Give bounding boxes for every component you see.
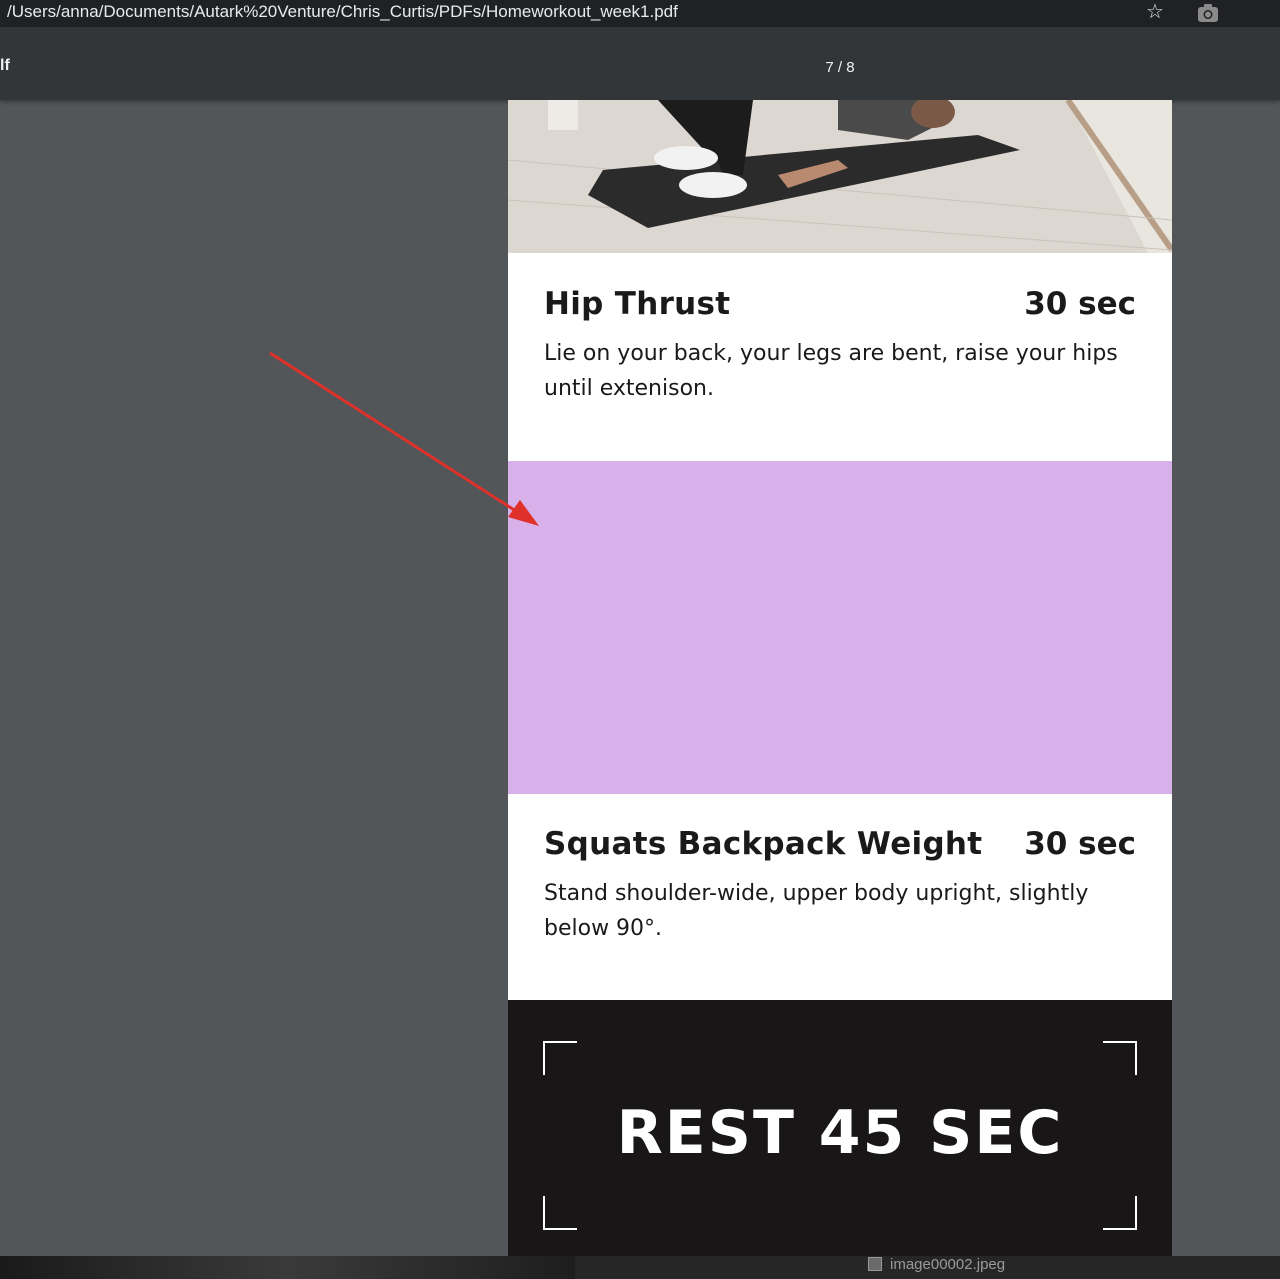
rest-label: REST 45 SEC	[616, 1098, 1064, 1168]
taskbar-thumbnail-strip	[0, 1256, 575, 1279]
corner-bracket	[1103, 1041, 1137, 1075]
bottom-taskbar: image00002.jpeg	[0, 1256, 1280, 1279]
url-text[interactable]: /Users/anna/Documents/Autark%20Venture/C…	[7, 2, 678, 22]
file-name: image00002.jpeg	[890, 1256, 1006, 1273]
exercise-name: Hip Thrust	[544, 286, 731, 322]
page-indicator[interactable]: 7 / 8	[800, 59, 880, 76]
exercise-description: Lie on your back, your legs are bent, ra…	[544, 341, 1118, 401]
file-item[interactable]: image00002.jpeg	[868, 1256, 1005, 1276]
image-file-icon	[868, 1257, 882, 1271]
pdf-page: Hip Thrust 30 sec Lie on your back, your…	[508, 100, 1172, 1256]
exercise-hip-thrust: Hip Thrust 30 sec Lie on your back, your…	[544, 286, 1136, 406]
exercise-squats-backpack: Squats Backpack Weight 30 sec Stand shou…	[544, 826, 1136, 946]
exercise-duration: 30 sec	[1024, 286, 1136, 322]
rest-block: REST 45 SEC	[508, 1000, 1172, 1256]
star-icon[interactable]: ☆	[1143, 0, 1167, 24]
pdf-toolbar: lf 7 / 8	[0, 27, 1280, 100]
url-field[interactable]: /Users/anna/Documents/Autark%20Venture/C…	[0, 0, 1180, 27]
missing-image-placeholder	[508, 461, 1172, 794]
exercise-name: Squats Backpack Weight	[544, 826, 983, 862]
document-title: lf	[0, 57, 10, 74]
exercise-duration: 30 sec	[1024, 826, 1136, 862]
corner-bracket	[543, 1196, 577, 1230]
camera-icon[interactable]	[1196, 2, 1220, 24]
corner-bracket	[1103, 1196, 1137, 1230]
corner-bracket	[543, 1041, 577, 1075]
exercise-photo	[508, 100, 1172, 253]
browser-address-bar: /Users/anna/Documents/Autark%20Venture/C…	[0, 0, 1280, 27]
exercise-description: Stand shoulder-wide, upper body upright,…	[544, 881, 1089, 941]
